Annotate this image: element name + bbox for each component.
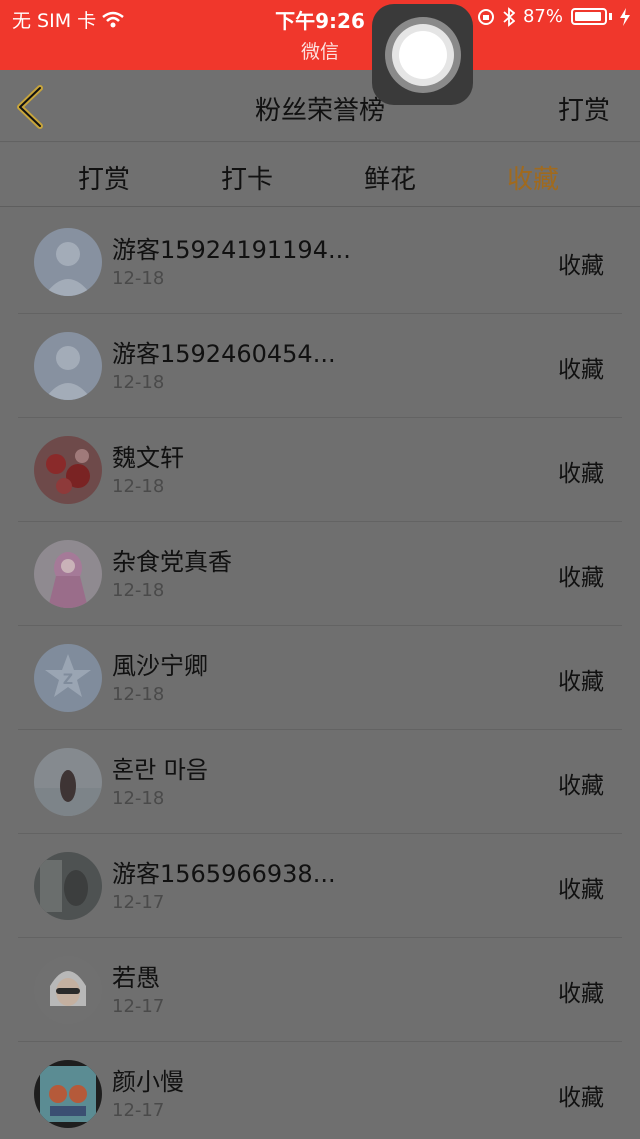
status-right: 87% [477,6,630,27]
fan-date: 12-18 [112,684,165,705]
fan-name: 風沙宁卿 [112,652,208,680]
list-item[interactable]: 颜小慢 12-17 收藏 [0,1042,640,1139]
list-item[interactable]: 혼란 마음 12-18 收藏 [0,730,640,834]
fan-action-label: 收藏 [558,981,604,1007]
fan-date: 12-18 [112,372,165,393]
fan-action-label: 收藏 [558,253,604,279]
fan-name: 杂食党真香 [112,548,232,576]
assistive-touch-ring [384,16,461,93]
back-to-app-label[interactable]: 微信 [0,37,640,64]
fan-date: 12-18 [112,268,165,289]
tab-reward[interactable]: 打赏 [49,159,159,196]
avatar [34,1060,102,1128]
charging-icon [620,7,630,26]
svg-text:Z: Z [63,672,73,688]
battery-percent: 87% [522,6,563,27]
avatar [34,332,102,400]
battery-icon [571,8,607,25]
list-item[interactable]: 杂食党真香 12-18 收藏 [0,522,640,626]
fan-date: 12-18 [112,788,165,809]
fan-list: 游客15924191194... 12-18 收藏 游客1592460454..… [0,210,640,1139]
battery-tip [609,13,612,20]
list-item[interactable]: Z 風沙宁卿 12-18 收藏 [0,626,640,730]
avatar: Z [34,644,102,712]
reward-button[interactable]: 打赏 [558,90,610,127]
list-item[interactable]: 魏文轩 12-18 收藏 [0,418,640,522]
nav-bar: 粉丝荣誉榜 打赏 [0,70,640,142]
tab-checkin[interactable]: 打卡 [192,159,302,196]
list-item[interactable]: 若愚 12-17 收藏 [0,938,640,1042]
avatar [34,436,102,504]
status-bar: 无 SIM 卡 下午9:26 微信 87% [0,0,640,70]
fan-name: 游客1592460454... [112,340,336,368]
fan-name: 若愚 [112,964,160,992]
rotation-lock-icon [477,8,494,25]
fan-action-label: 收藏 [558,1085,604,1111]
tab-favorites[interactable]: 收藏 [478,159,588,196]
fan-date: 12-18 [112,580,165,601]
avatar [34,852,102,920]
fan-action-label: 收藏 [558,357,604,383]
avatar [34,540,102,608]
fan-date: 12-18 [112,476,165,497]
fan-action-label: 收藏 [558,565,604,591]
assistive-touch-button[interactable] [372,4,473,105]
fan-date: 12-17 [112,1100,165,1121]
fan-action-label: 收藏 [558,877,604,903]
page-title: 粉丝荣誉榜 [254,96,385,126]
tab-flowers[interactable]: 鲜花 [335,159,445,196]
fan-action-label: 收藏 [558,773,604,799]
list-item[interactable]: 游客1592460454... 12-18 收藏 [0,314,640,418]
fan-name: 游客15924191194... [112,236,351,264]
list-item[interactable]: 游客15924191194... 12-18 收藏 [0,210,640,314]
list-item[interactable]: 游客1565966938... 12-17 收藏 [0,834,640,938]
avatar [34,748,102,816]
ranking-tabs: 打赏 打卡 鲜花 收藏 [0,143,640,207]
fan-action-label: 收藏 [558,669,604,695]
fan-name: 혼란 마음 [112,756,208,784]
fan-date: 12-17 [112,892,165,913]
fan-date: 12-17 [112,996,165,1017]
fan-name: 魏文轩 [112,444,184,472]
fan-action-label: 收藏 [558,461,604,487]
avatar [34,956,102,1024]
avatar [34,228,102,296]
fan-name: 颜小慢 [112,1068,184,1096]
fan-name: 游客1565966938... [112,860,336,888]
bluetooth-icon [503,6,515,27]
